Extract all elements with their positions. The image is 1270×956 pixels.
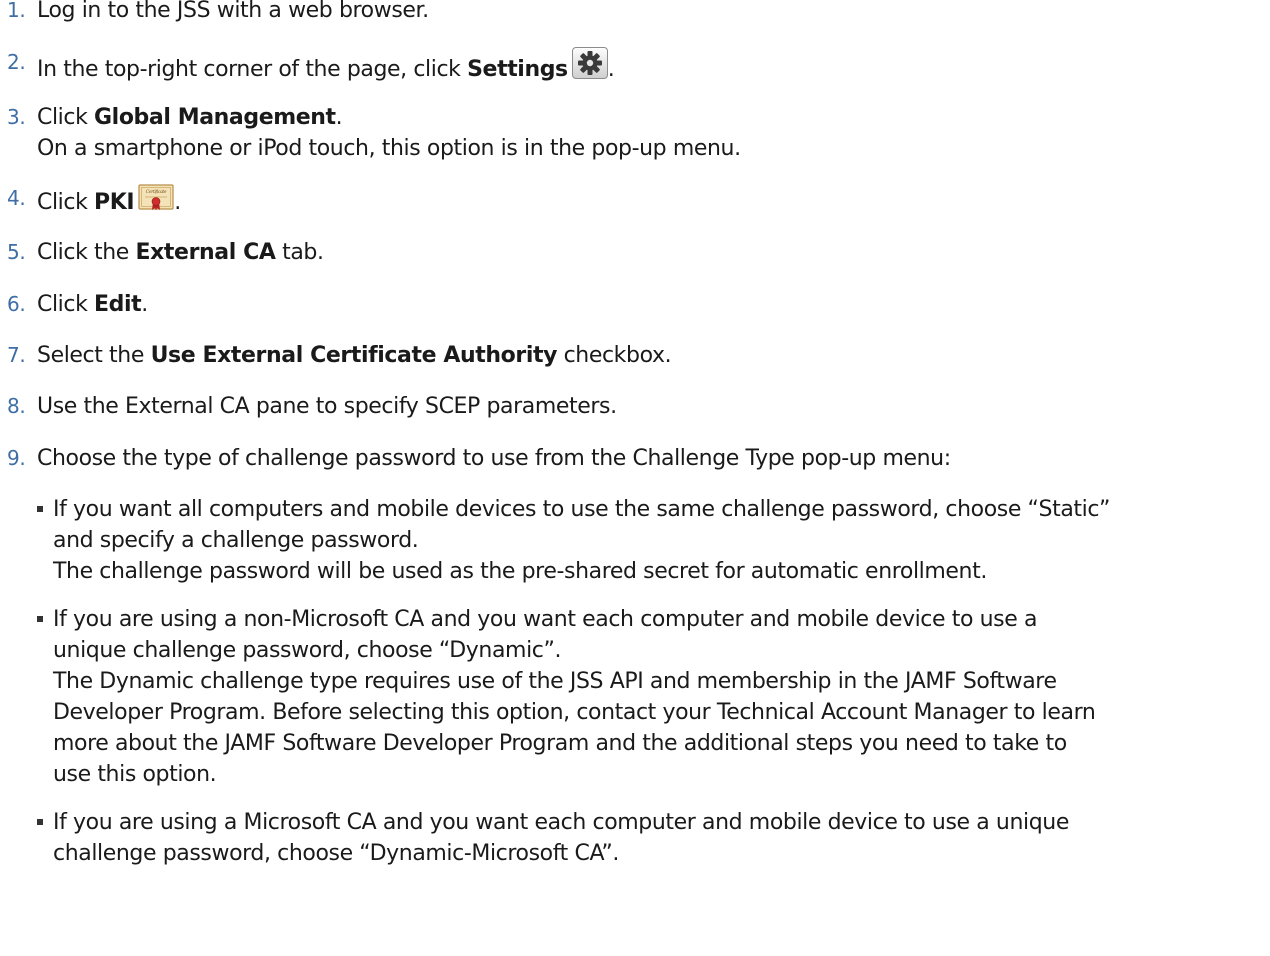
step-9: 9. Choose the type of challenge password…	[0, 443, 1270, 869]
bullet-marker	[37, 616, 43, 622]
step-number: 9.	[7, 446, 26, 470]
step-3: 3. Click Global Management. On a smartph…	[0, 102, 1270, 164]
bullet-static: If you want all computers and mobile dev…	[37, 494, 1270, 587]
step-2: 2. In the top-right corner of the page, …	[0, 47, 1270, 85]
step-7: 7. Select the Use External Certificate A…	[0, 340, 1270, 371]
bullet-text: If you are using a Microsoft CA and you …	[53, 810, 1069, 835]
step-1: 1. Log in to the JSS with a web browser.	[0, 0, 1270, 26]
bullet-text: unique challenge password, choose “Dynam…	[53, 638, 562, 663]
certificate-icon: Certificate	[138, 183, 174, 211]
gear-icon	[571, 47, 608, 79]
bullet-text: challenge password, choose “Dynamic-Micr…	[53, 841, 619, 866]
step-number: 6.	[7, 292, 26, 316]
bullet-dynamic: If you are using a non-Microsoft CA and …	[37, 604, 1270, 790]
step-text: In the top-right corner of the page, cli…	[37, 47, 1270, 85]
step-6: 6. Click Edit.	[0, 289, 1270, 320]
challenge-type-options: If you want all computers and mobile dev…	[37, 494, 1270, 869]
use-external-ca-label: Use External Certificate Authority	[150, 343, 558, 368]
bullet-dynamic-microsoft: If you are using a Microsoft CA and you …	[37, 807, 1270, 869]
bullet-text: The challenge password will be used as t…	[53, 559, 987, 584]
step-text: Click Global Management.	[37, 105, 343, 130]
step-number: 7.	[7, 343, 26, 367]
pki-label: PKI	[94, 190, 135, 215]
step-number: 5.	[7, 240, 26, 264]
bullet-marker	[37, 819, 43, 825]
bullet-text: and specify a challenge password.	[53, 528, 419, 553]
bullet-text: use this option.	[53, 762, 217, 787]
steps-list: 1. Log in to the JSS with a web browser.…	[0, 0, 1270, 869]
external-ca-label: External CA	[135, 240, 276, 265]
procedure-document: 1. Log in to the JSS with a web browser.…	[0, 0, 1270, 869]
step-text: Log in to the JSS with a web browser.	[37, 0, 429, 23]
step-note: On a smartphone or iPod touch, this opti…	[37, 136, 741, 161]
step-number: 4.	[7, 186, 26, 210]
step-number: 3.	[7, 105, 26, 129]
step-text: Select the Use External Certificate Auth…	[37, 343, 672, 368]
global-management-label: Global Management	[94, 105, 336, 130]
step-text: Use the External CA pane to specify SCEP…	[37, 394, 617, 419]
step-text: Click PKI Certificate.	[37, 183, 1270, 218]
step-8: 8. Use the External CA pane to specify S…	[0, 391, 1270, 422]
bullet-text: If you want all computers and mobile dev…	[53, 497, 1111, 522]
svg-text:Certificate: Certificate	[146, 189, 167, 195]
step-number: 1.	[7, 0, 26, 22]
bullet-text: more about the JAMF Software Developer P…	[53, 731, 1067, 756]
settings-label: Settings	[467, 57, 568, 82]
step-text: Choose the type of challenge password to…	[37, 446, 951, 471]
step-5: 5. Click the External CA tab.	[0, 237, 1270, 268]
step-text: Click the External CA tab.	[37, 240, 324, 265]
step-4: 4. Click PKI Certificate.	[0, 183, 1270, 218]
step-text: Click Edit.	[37, 292, 148, 317]
step-number: 8.	[7, 394, 26, 418]
bullet-text: The Dynamic challenge type requires use …	[53, 669, 1057, 694]
step-number: 2.	[7, 50, 26, 74]
edit-label: Edit	[94, 292, 142, 317]
bullet-text: Developer Program. Before selecting this…	[53, 700, 1096, 725]
bullet-text: If you are using a non-Microsoft CA and …	[53, 607, 1038, 632]
bullet-marker	[37, 506, 43, 512]
